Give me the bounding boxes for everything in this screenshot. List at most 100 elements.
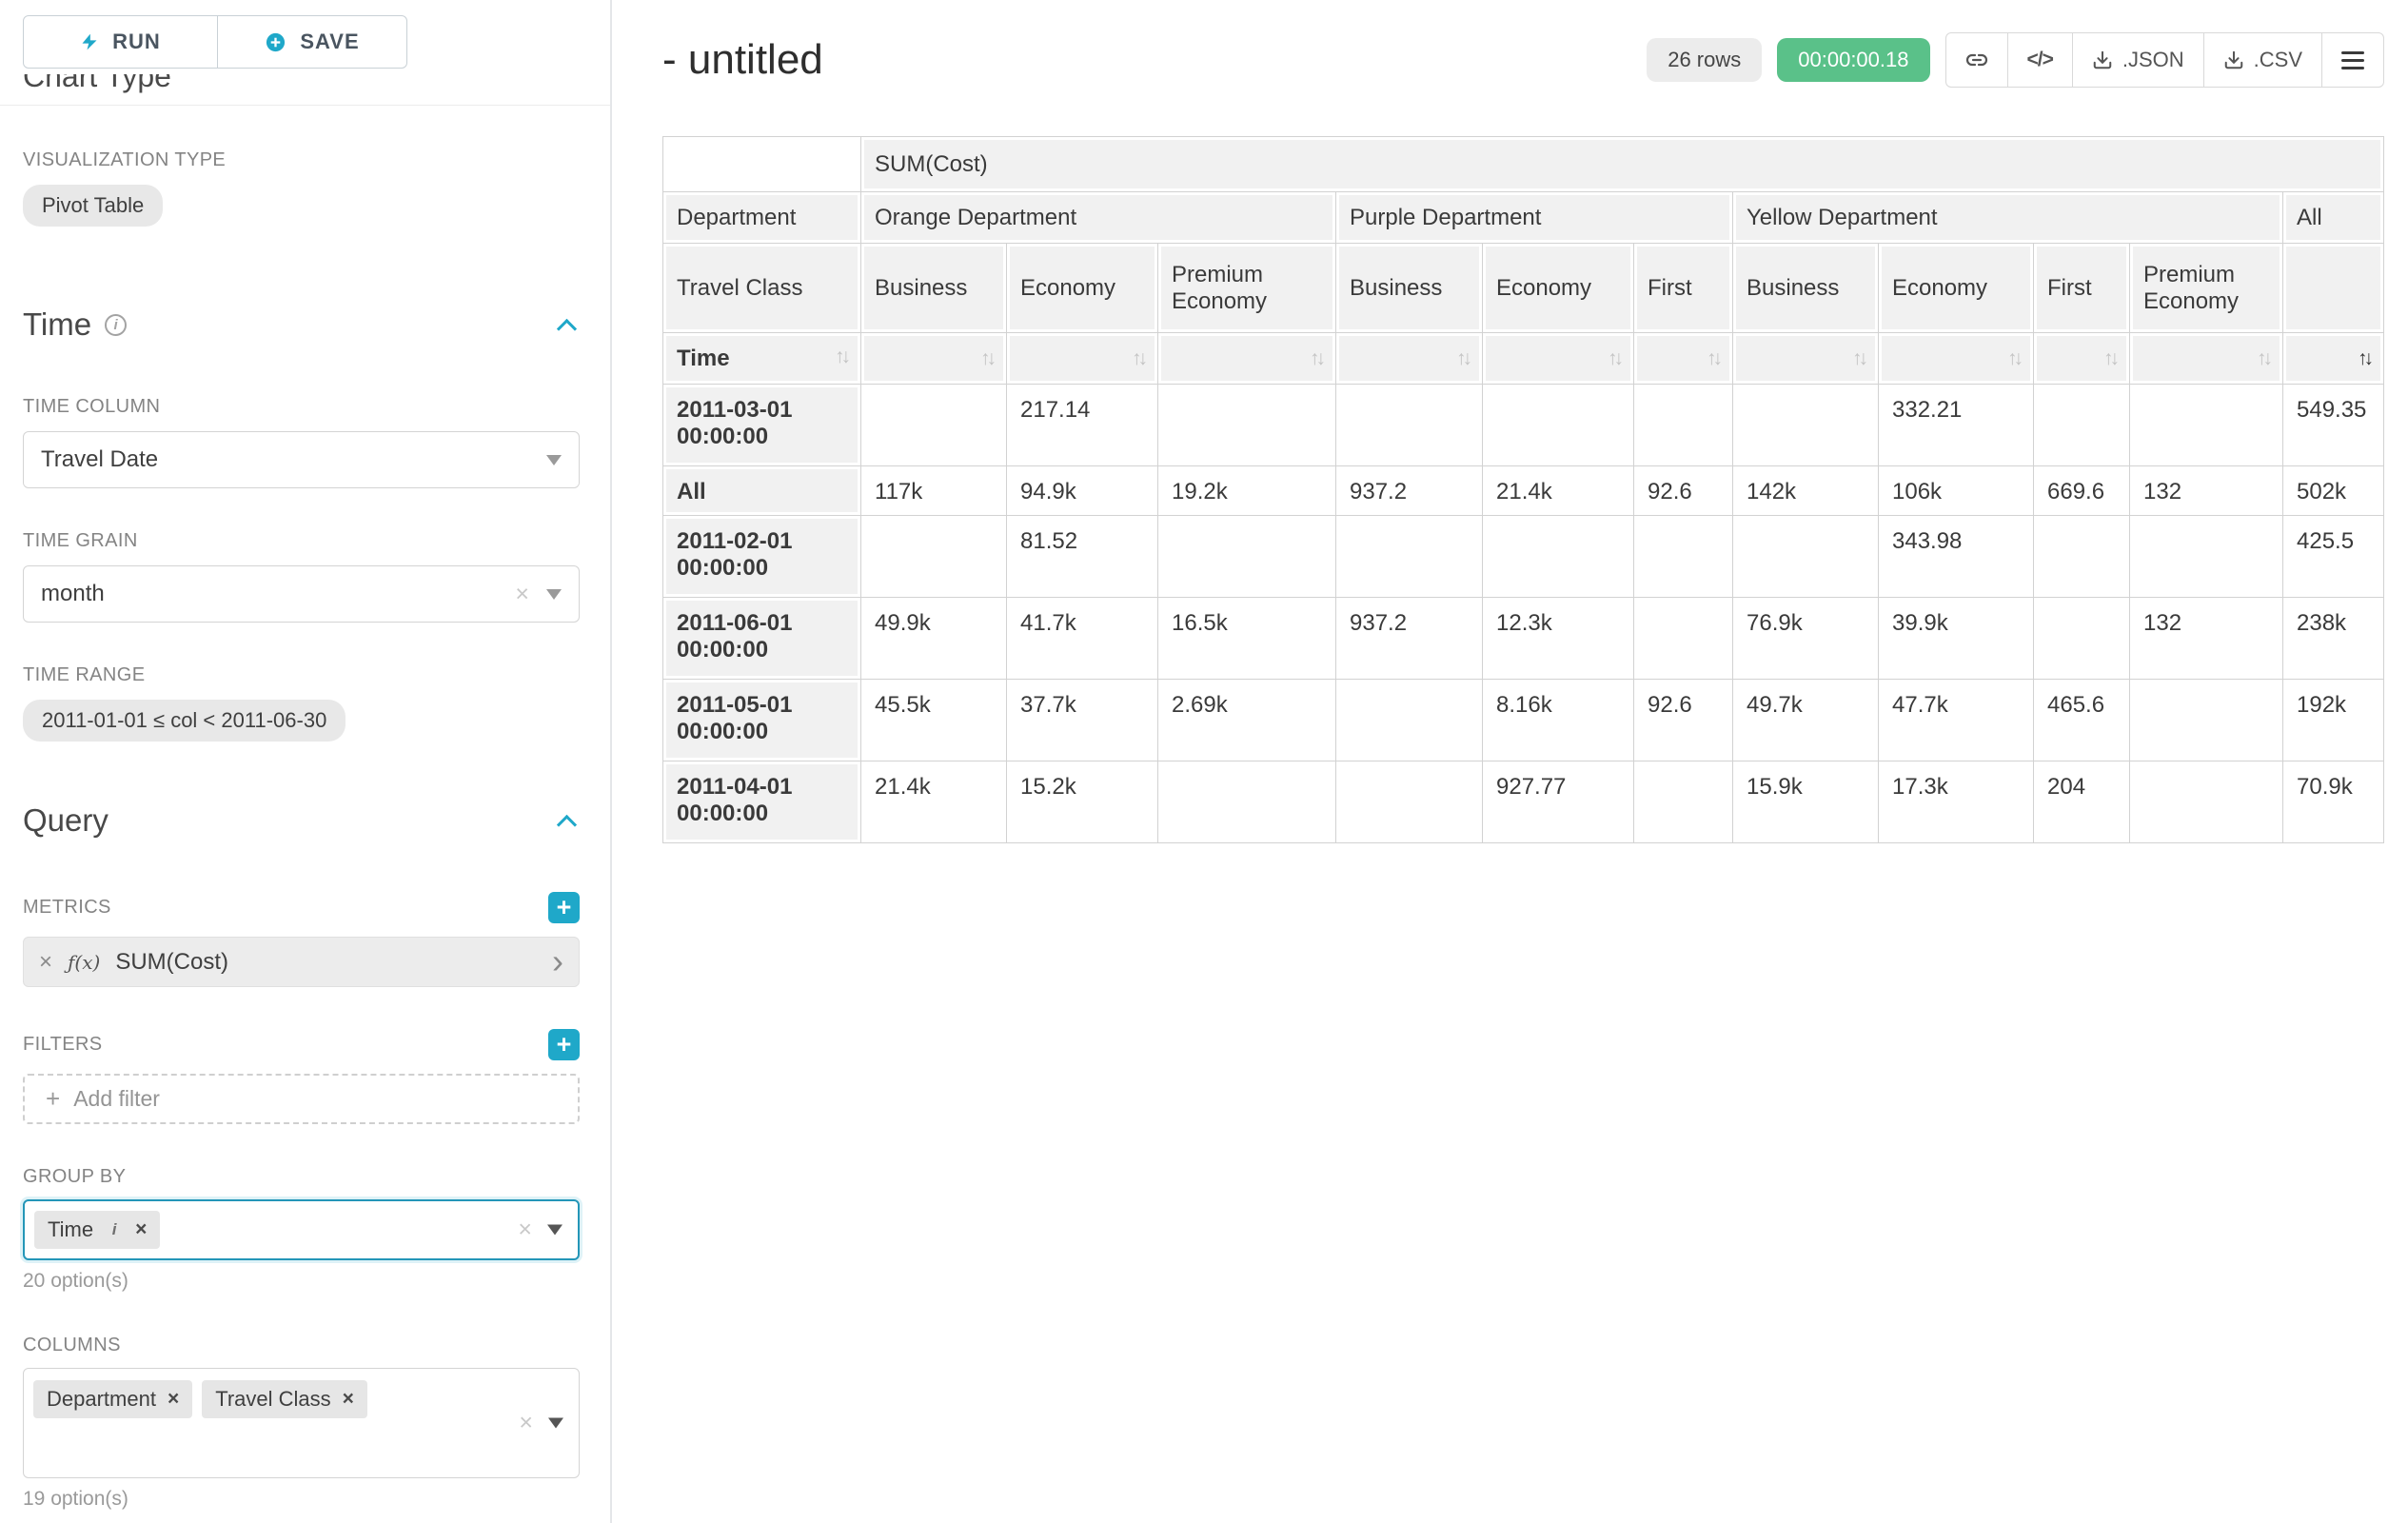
export-csv-button[interactable]: .CSV [2203, 32, 2322, 88]
pivot-class-header: Premium Economy [1158, 244, 1336, 333]
pivot-value-cell [2130, 762, 2283, 843]
save-button-label: SAVE [300, 30, 359, 54]
query-section-title: Query [23, 802, 109, 839]
pivot-value-cell [1158, 762, 1336, 843]
add-filter-plus-button[interactable]: + [548, 1029, 580, 1060]
group-by-select[interactable]: Time i × × [23, 1199, 580, 1260]
pivot-sort-header-cell: ↑↓ [2283, 333, 2384, 385]
pivot-value-cell: 549.35 [2283, 385, 2384, 466]
clear-icon[interactable]: × [519, 1412, 533, 1435]
query-duration-badge: 00:00:00.18 [1777, 38, 1929, 82]
pivot-value-cell [1733, 516, 1879, 598]
metrics-label: METRICS [23, 897, 111, 919]
pivot-value-cell [2034, 516, 2130, 598]
remove-metric-icon[interactable]: × [39, 949, 52, 976]
chevron-up-icon[interactable] [557, 814, 577, 834]
remove-chip-icon[interactable]: × [168, 1388, 179, 1411]
pivot-value-cell [1336, 762, 1483, 843]
pivot-value-cell: 937.2 [1336, 598, 1483, 680]
clear-icon[interactable]: × [515, 583, 529, 606]
pivot-value-cell: 117k [861, 466, 1007, 516]
sort-icon[interactable]: ↑↓ [1846, 347, 1865, 370]
remove-chip-icon[interactable]: × [343, 1388, 354, 1411]
add-metric-button[interactable]: + [548, 892, 580, 923]
pivot-data-row: 2011-04-01 00:00:0021.4k15.2k927.7715.9k… [663, 762, 2384, 843]
add-filter-button[interactable]: + Add filter [23, 1074, 580, 1124]
sort-icon[interactable]: ↑↓ [1304, 347, 1322, 370]
run-button[interactable]: RUN [23, 15, 218, 69]
menu-button[interactable] [2321, 32, 2384, 88]
metric-item[interactable]: × ƒ(x) SUM(Cost) › [23, 937, 580, 987]
pivot-class-header: Business [1336, 244, 1483, 333]
hamburger-icon [2341, 51, 2364, 69]
time-grain-select[interactable]: month × [23, 565, 580, 623]
sort-icon[interactable]: ↑↓ [975, 347, 993, 370]
pivot-value-cell [861, 385, 1007, 466]
plus-circle-icon [265, 31, 286, 53]
remove-chip-icon[interactable]: × [135, 1218, 147, 1241]
pivot-value-cell: 332.21 [1879, 385, 2034, 466]
pivot-value-cell: 45.5k [861, 680, 1007, 762]
pivot-value-cell [2034, 598, 2130, 680]
save-button[interactable]: SAVE [217, 15, 407, 69]
pivot-class-header-empty [2283, 244, 2384, 333]
columns-chip[interactable]: Travel Class × [202, 1380, 367, 1418]
pivot-secondary-axis-label: Travel Class [663, 244, 861, 333]
pivot-value-cell [1634, 385, 1733, 466]
pivot-value-cell [1733, 385, 1879, 466]
add-filter-label: Add filter [73, 1086, 160, 1112]
sort-icon[interactable]: ↑↓ [1126, 347, 1144, 370]
embed-code-button[interactable]: </> [2007, 32, 2073, 88]
group-by-label: GROUP BY [23, 1166, 580, 1188]
time-column-label: TIME COLUMN [23, 396, 580, 418]
time-range-value[interactable]: 2011-01-01 ≤ col < 2011-06-30 [23, 700, 345, 742]
sort-icon-active[interactable]: ↑↓ [2352, 347, 2370, 370]
pivot-value-cell: 16.5k [1158, 598, 1336, 680]
pivot-value-cell: 937.2 [1336, 466, 1483, 516]
pivot-value-cell: 192k [2283, 680, 2384, 762]
group-by-chip[interactable]: Time i × [34, 1211, 160, 1249]
pivot-sort-header-cell: ↑↓ [2034, 333, 2130, 385]
chevron-right-icon[interactable]: › [552, 948, 563, 976]
columns-select[interactable]: Department × Travel Class × × [23, 1368, 580, 1478]
chart-title: - untitled [662, 36, 823, 84]
query-section-header: Query [23, 802, 580, 839]
sort-icon[interactable]: ↑↓ [2251, 347, 2269, 370]
pivot-value-cell: 927.77 [1483, 762, 1634, 843]
pivot-value-cell: 92.6 [1634, 680, 1733, 762]
pivot-row-header: 2011-03-01 00:00:00 [663, 385, 861, 466]
plus-icon: + [46, 1084, 60, 1114]
function-icon: ƒ(x) [68, 951, 100, 974]
pivot-value-cell: 19.2k [1158, 466, 1336, 516]
pivot-value-cell: 132 [2130, 598, 2283, 680]
run-save-button-group: RUN SAVE [23, 15, 580, 69]
info-icon: i [105, 1220, 124, 1239]
pivot-value-cell [1634, 598, 1733, 680]
sort-icon[interactable]: ↑↓ [1602, 347, 1620, 370]
export-json-button[interactable]: .JSON [2072, 32, 2204, 88]
columns-chip[interactable]: Department × [33, 1380, 192, 1418]
pivot-value-cell [1158, 385, 1336, 466]
sort-icon[interactable]: ↑↓ [2002, 347, 2020, 370]
pivot-value-cell: 204 [2034, 762, 2130, 843]
time-column-select[interactable]: Travel Date [23, 431, 580, 488]
sort-icon[interactable]: ↑↓ [2098, 347, 2116, 370]
chevron-up-icon[interactable] [557, 318, 577, 338]
sort-icon[interactable]: ↑↓ [829, 346, 847, 368]
pivot-class-header: Business [861, 244, 1007, 333]
caret-down-icon [546, 455, 562, 465]
pivot-row-axis-label: Time↑↓ [663, 333, 861, 385]
visualization-type-value[interactable]: Pivot Table [23, 185, 163, 227]
clear-icon[interactable]: × [518, 1218, 532, 1242]
sort-icon[interactable]: ↑↓ [1701, 347, 1719, 370]
pivot-group-header: Yellow Department [1733, 192, 2283, 244]
export-json-label: .JSON [2122, 48, 2184, 72]
bolt-icon [80, 30, 99, 53]
sort-icon[interactable]: ↑↓ [1451, 347, 1469, 370]
group-by-options-hint: 20 option(s) [23, 1270, 580, 1293]
pivot-value-cell [1336, 516, 1483, 598]
pivot-value-cell: 238k [2283, 598, 2384, 680]
time-column-value: Travel Date [41, 446, 158, 473]
caret-down-icon [547, 1225, 563, 1236]
copy-link-button[interactable] [1945, 32, 2008, 88]
